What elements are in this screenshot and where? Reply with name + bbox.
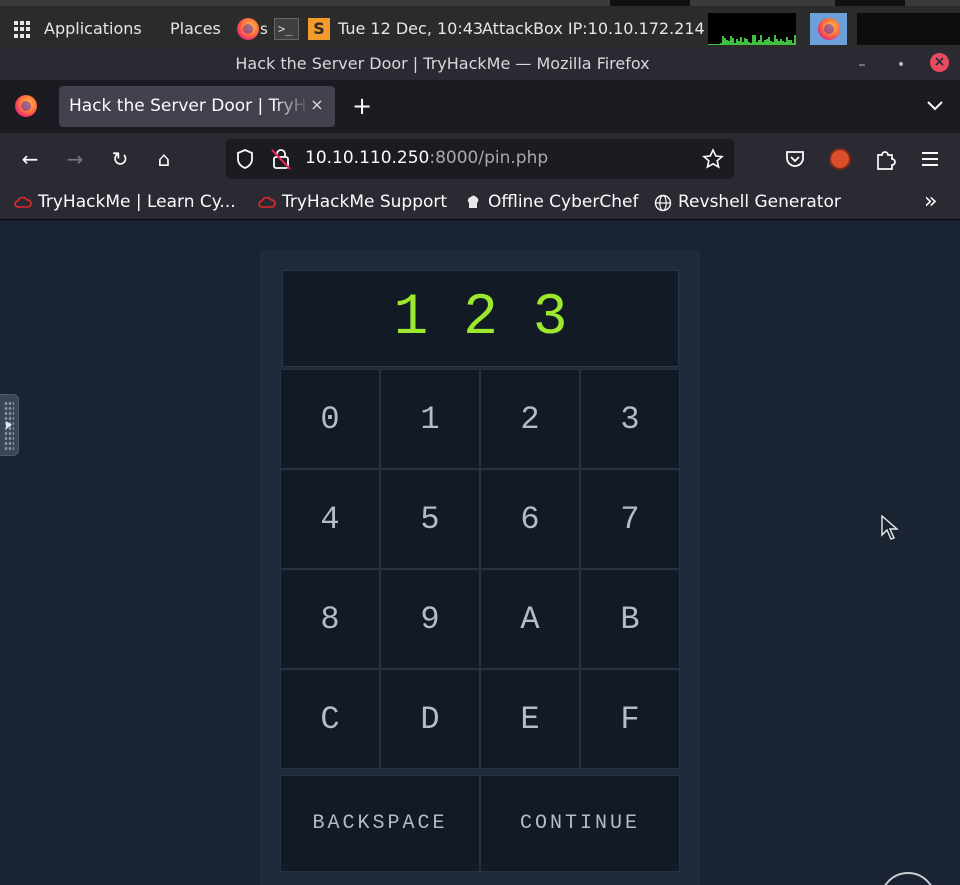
url-text[interactable]: 10.10.110.250:8000/pin.php [305,148,548,168]
list-all-tabs-icon[interactable] [924,94,946,116]
cloud-icon [258,192,276,208]
pin-display: 1 2 3 [282,270,679,367]
panel-top-strip [0,0,960,6]
continue-button[interactable]: CONTINUE [480,775,680,872]
new-tab-button[interactable]: + [350,94,374,118]
cpu-bar [794,35,796,45]
close-window-button[interactable]: × [930,53,949,72]
key-d[interactable]: D [380,669,480,769]
tab-hack-the-server-door[interactable]: Hack the Server Door | TryHackMe × [59,86,335,127]
url-path: :8000/pin.php [429,148,549,168]
key-5[interactable]: 5 [380,469,480,569]
key-e[interactable]: E [480,669,580,769]
bookmarks-overflow-button[interactable]: » [924,190,937,214]
bookmark-star-icon[interactable] [702,148,724,170]
attackbox-ip: AttackBox IP:10.10.172.214 [482,19,705,38]
key-2[interactable]: 2 [480,369,580,469]
bookmark-tryhackme-support[interactable]: TryHackMe Support [258,190,447,214]
bookmark-offline-cyberchef[interactable]: Offline CyberChef [464,190,638,214]
panel-tray [857,13,960,45]
system-monitor-graph [708,13,796,45]
terminal-icon[interactable]: >_ [274,18,299,40]
close-tab-icon[interactable]: × [307,95,327,115]
home-button[interactable]: ⌂ [151,146,177,172]
backspace-button[interactable]: BACKSPACE [280,775,480,872]
bookmark-label: Revshell Generator [678,192,841,212]
globe-icon [654,192,672,212]
chef-hat-icon [464,192,482,208]
maximize-button[interactable]: • [892,56,910,74]
firefox-launcher-icon[interactable] [237,18,259,40]
tab-label: Hack the Server Door | TryHackMe [69,96,309,116]
bookmark-label: TryHackMe Support [282,192,448,212]
extension-foxy-icon[interactable] [829,148,851,170]
firefox-icon [818,18,840,40]
key-3[interactable]: 3 [580,369,680,469]
key-7[interactable]: 7 [580,469,680,569]
pocket-icon[interactable] [784,148,806,170]
extensions-puzzle-icon[interactable] [874,147,896,171]
firefox-taskbar-button[interactable] [810,13,847,45]
bookmark-revshell-generator[interactable]: Revshell Generator [654,190,841,214]
key-0[interactable]: 0 [280,369,380,469]
clock[interactable]: Tue 12 Dec, 10:43 [338,17,483,41]
window-title: Hack the Server Door | TryHackMe — Mozil… [235,54,650,73]
side-panel-handle[interactable] [0,394,19,456]
tracking-shield-icon[interactable] [235,148,255,170]
panel-strip-block [835,0,905,6]
key-9[interactable]: 9 [380,569,480,669]
firefox-view-icon[interactable] [15,95,37,117]
forward-button[interactable]: → [62,146,88,172]
applications-grid-icon[interactable] [14,21,31,38]
key-f[interactable]: F [580,669,680,769]
keypad-grid: 0 1 2 3 4 5 6 7 8 9 A B C D E F [280,369,680,769]
url-host: 10.10.110.250 [305,148,430,168]
app-menu-icon[interactable] [919,148,941,170]
panel-strip-block [610,0,690,6]
back-button[interactable]: ← [17,146,43,172]
insecure-lock-icon[interactable] [270,147,292,171]
expand-arrow-icon [6,421,12,429]
applications-menu[interactable]: Applications [44,17,142,41]
key-b[interactable]: B [580,569,680,669]
mouse-cursor-icon [881,515,899,540]
bookmark-label: Offline CyberChef [488,192,639,212]
key-6[interactable]: 6 [480,469,580,569]
bookmark-label: TryHackMe | Learn Cy... [38,192,236,212]
key-c[interactable]: C [280,669,380,769]
key-4[interactable]: 4 [280,469,380,569]
places-menu[interactable]: Places [170,17,221,41]
keypad-actions: BACKSPACE CONTINUE [280,775,680,872]
window-titlebar: Hack the Server Door | TryHackMe — Mozil… [0,48,960,80]
bookmark-tryhackme[interactable]: TryHackMe | Learn Cy... [14,190,236,214]
cloud-icon [14,192,32,208]
sublime-text-icon[interactable]: S [308,18,330,40]
minimize-button[interactable]: – [853,56,871,74]
key-a[interactable]: A [480,569,580,669]
reload-button[interactable]: ↻ [107,146,133,172]
key-1[interactable]: 1 [380,369,480,469]
key-8[interactable]: 8 [280,569,380,669]
